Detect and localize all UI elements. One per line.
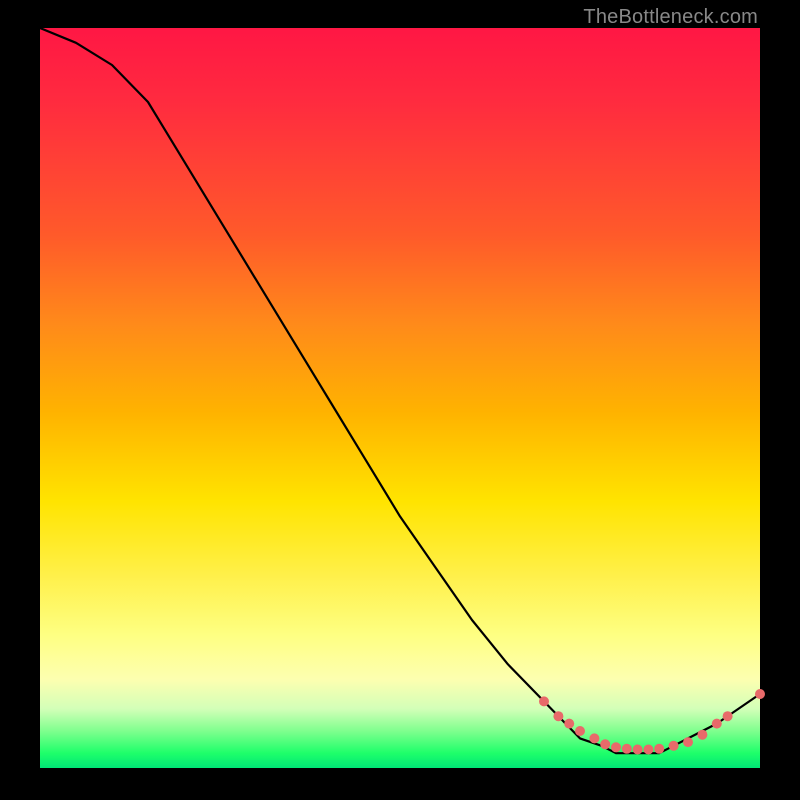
- marker-dot: [654, 744, 664, 754]
- marker-dot: [755, 689, 765, 699]
- marker-dot: [622, 744, 632, 754]
- marker-dot: [712, 719, 722, 729]
- plot-area: [40, 28, 760, 768]
- marker-dot: [669, 741, 679, 751]
- marker-dot: [697, 730, 707, 740]
- curve-layer: [40, 28, 760, 768]
- chart-frame: TheBottleneck.com: [0, 0, 800, 800]
- curve-markers: [539, 689, 765, 755]
- marker-dot: [683, 737, 693, 747]
- marker-dot: [723, 711, 733, 721]
- marker-dot: [589, 733, 599, 743]
- marker-dot: [633, 745, 643, 755]
- bottleneck-curve: [40, 28, 760, 753]
- marker-dot: [553, 711, 563, 721]
- marker-dot: [539, 696, 549, 706]
- marker-dot: [643, 745, 653, 755]
- marker-dot: [564, 719, 574, 729]
- marker-dot: [611, 742, 621, 752]
- marker-dot: [575, 726, 585, 736]
- marker-dot: [600, 739, 610, 749]
- watermark-text: TheBottleneck.com: [583, 6, 758, 29]
